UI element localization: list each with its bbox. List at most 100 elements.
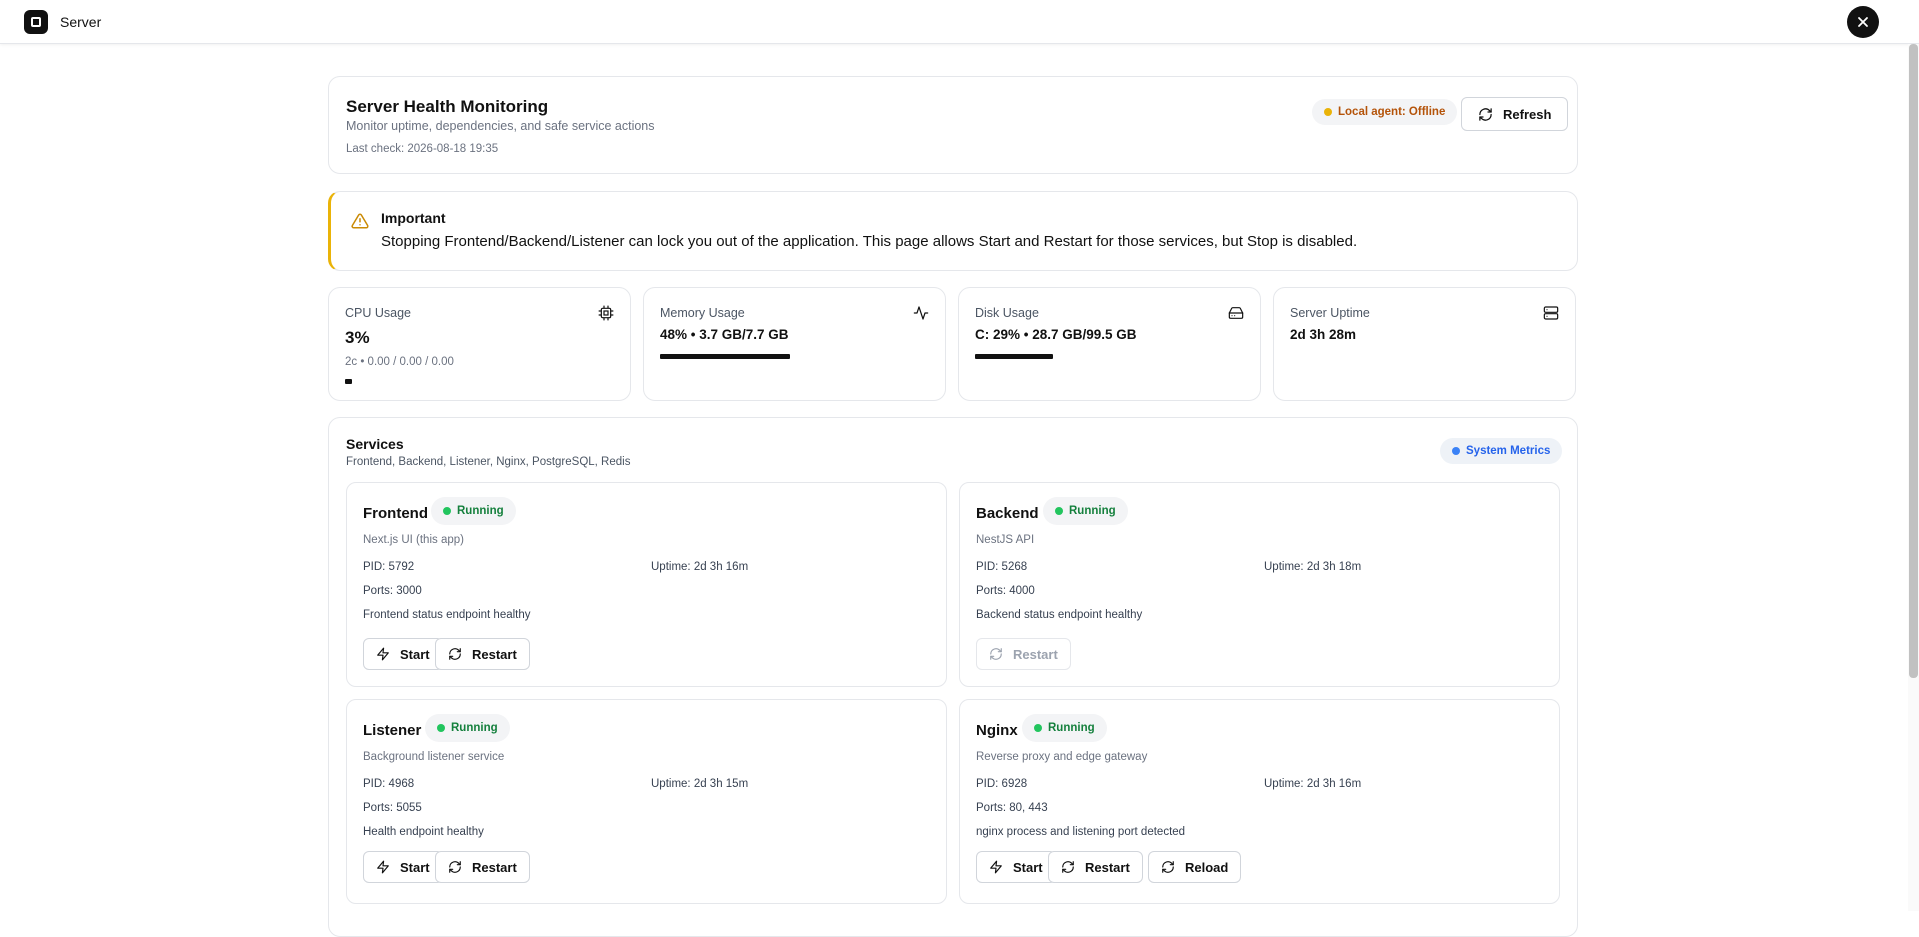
server-uptime-value: 2d 3h 28m (1290, 327, 1357, 342)
memory-usage-label: Memory Usage (660, 306, 745, 320)
service-description: Next.js UI (this app) (363, 534, 464, 546)
service-uptime: Uptime: 2d 3h 18m (1264, 561, 1362, 573)
services-subtitle: Frontend, Backend, Listener, Nginx, Post… (346, 456, 631, 468)
restart-button[interactable]: Restart (1048, 851, 1143, 883)
service-uptime: Uptime: 2d 3h 16m (651, 561, 749, 573)
disk-usage-bar (975, 354, 1245, 359)
service-uptime: Uptime: 2d 3h 15m (651, 778, 749, 790)
memory-usage-value: 48% • 3.7 GB/7.7 GB (660, 327, 789, 342)
status-dot (437, 724, 445, 732)
app-title: Server (60, 13, 102, 30)
app-logo-icon (24, 9, 48, 34)
refresh-button[interactable]: Refresh (1461, 97, 1569, 131)
service-ports: Ports: 5055 (363, 802, 422, 814)
restart-label: Restart (1013, 646, 1058, 662)
service-name: Nginx (976, 722, 1018, 739)
cpu-load-text: 2c • 0.00 / 0.00 / 0.00 (345, 356, 454, 368)
zap-icon (990, 860, 1002, 874)
disk-usage-label: Disk Usage (975, 306, 1039, 320)
agent-status-badge: Local agent: Offline (1312, 99, 1458, 125)
hard-drive-icon (1228, 307, 1244, 319)
top-bar: Server (0, 0, 1919, 44)
services-panel: Services Frontend, Backend, Listener, Ng… (328, 417, 1578, 937)
service-name: Listener (363, 722, 422, 739)
scrollbar-thumb[interactable] (1909, 44, 1918, 678)
service-description: Reverse proxy and edge gateway (976, 751, 1148, 763)
refresh-icon (449, 648, 461, 660)
service-card-frontend: Frontend Running Next.js UI (this app) P… (346, 482, 947, 687)
disk-usage-bar-fill (975, 354, 1054, 359)
service-ports: Ports: 3000 (363, 585, 422, 597)
start-button[interactable]: Start (976, 851, 1056, 883)
server-icon (1543, 306, 1559, 320)
start-label: Start (400, 646, 430, 662)
page-title: Server Health Monitoring (346, 97, 549, 116)
start-button[interactable]: Start (363, 851, 443, 883)
reload-label: Reload (1185, 859, 1229, 875)
status-label: Running (457, 505, 504, 517)
start-label: Start (400, 859, 430, 875)
service-name: Backend (976, 505, 1039, 522)
disk-usage-card: Disk Usage C: 29% • 28.7 GB/99.5 GB (958, 287, 1261, 401)
refresh-icon (990, 648, 1002, 660)
header-card: Server Health Monitoring Monitor uptime,… (328, 76, 1578, 174)
refresh-icon (1479, 107, 1492, 121)
service-card-backend: Backend Running NestJS API PID: 5268 Upt… (959, 482, 1560, 687)
service-ports: Ports: 80, 443 (976, 802, 1048, 814)
last-check-text: Last check: 2026-08-18 19:35 (346, 143, 499, 155)
zap-icon (377, 647, 389, 661)
refresh-icon (1162, 861, 1174, 873)
service-card-nginx: Nginx Running Reverse proxy and edge gat… (959, 699, 1560, 904)
zap-icon (377, 860, 389, 874)
cpu-usage-label: CPU Usage (345, 306, 411, 320)
service-description: Background listener service (363, 751, 505, 763)
cpu-usage-value: 3% (345, 328, 370, 347)
activity-icon (913, 306, 929, 320)
status-badge: Running (431, 497, 516, 525)
server-uptime-label: Server Uptime (1290, 306, 1370, 320)
cpu-icon (598, 305, 614, 321)
start-button[interactable]: Start (363, 638, 443, 670)
service-health: Health endpoint healthy (363, 826, 484, 838)
agent-status-label: Local agent: Offline (1338, 106, 1446, 118)
status-dot (1034, 724, 1042, 732)
system-metrics-badge[interactable]: System Metrics (1440, 438, 1563, 464)
close-icon (1858, 17, 1868, 27)
cpu-usage-bar-fill (345, 379, 352, 384)
service-health: nginx process and listening port detecte… (976, 826, 1186, 838)
restart-button[interactable]: Restart (435, 851, 530, 883)
status-dot (443, 507, 451, 515)
status-dot (1055, 507, 1063, 515)
restart-button[interactable]: Restart (435, 638, 530, 670)
memory-usage-bar (660, 354, 930, 359)
status-badge: Running (1022, 714, 1107, 742)
memory-usage-card: Memory Usage 48% • 3.7 GB/7.7 GB (643, 287, 946, 401)
status-badge: Running (425, 714, 510, 742)
close-button[interactable] (1847, 6, 1879, 38)
memory-usage-bar-fill (660, 354, 790, 359)
restart-label: Restart (472, 646, 517, 662)
restart-button[interactable]: Restart (976, 638, 1071, 670)
disk-usage-value: C: 29% • 28.7 GB/99.5 GB (975, 327, 1137, 342)
cpu-usage-bar (345, 379, 545, 384)
notice-text: Stopping Frontend/Backend/Listener can l… (381, 233, 1358, 250)
service-uptime: Uptime: 2d 3h 16m (1264, 778, 1362, 790)
important-notice: Important Stopping Frontend/Backend/List… (328, 191, 1578, 271)
system-metrics-label: System Metrics (1466, 445, 1551, 457)
service-health: Backend status endpoint healthy (976, 609, 1143, 621)
restart-label: Restart (1085, 859, 1130, 875)
service-pid: PID: 5792 (363, 561, 415, 573)
service-ports: Ports: 4000 (976, 585, 1035, 597)
service-health: Frontend status endpoint healthy (363, 609, 531, 621)
service-pid: PID: 6928 (976, 778, 1028, 790)
service-card-listener: Listener Running Background listener ser… (346, 699, 947, 904)
agent-status-dot (1324, 108, 1332, 116)
refresh-icon (449, 861, 461, 873)
page-subtitle: Monitor uptime, dependencies, and safe s… (346, 119, 655, 133)
start-label: Start (1013, 859, 1043, 875)
service-pid: PID: 5268 (976, 561, 1028, 573)
system-metrics-dot (1452, 447, 1460, 455)
reload-button[interactable]: Reload (1148, 851, 1242, 883)
server-uptime-card: Server Uptime 2d 3h 28m (1273, 287, 1576, 401)
refresh-label: Refresh (1503, 106, 1552, 122)
